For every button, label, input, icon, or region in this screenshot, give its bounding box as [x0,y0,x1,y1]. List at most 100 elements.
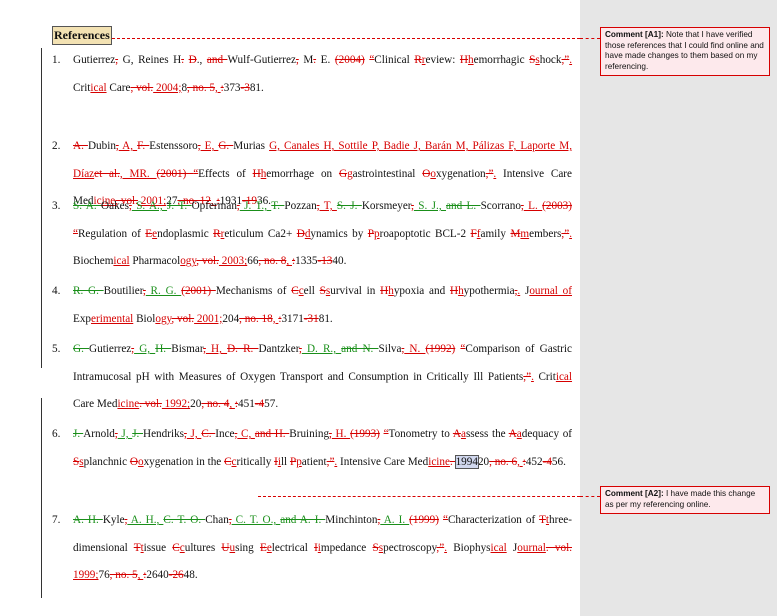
deleted-run: J. T. [167,200,192,212]
text-run: Korsmeyer [361,200,412,212]
text-run: Crit [73,81,91,94]
deleted-run: C. T. O. [163,514,206,526]
reference-number: 2. [52,140,61,152]
inserted-run: ical [555,370,573,383]
comment-margin-pane [580,0,777,616]
text-run: ssess the [465,428,509,440]
inserted-run: 2003; [218,255,248,268]
deleted-run: G. [218,140,234,152]
reference-item[interactable]: 6. J. Arnold, J, J. Hendriks, J, C. Ince,… [52,421,572,476]
inserted-run: ical [90,81,107,94]
reference-item[interactable]: 7. A. H. Kyle, A. H., C. T. O. Chan, C. T… [52,507,572,590]
deleted-run: -4 [254,398,265,411]
text-run: xygenation in the [143,455,225,468]
deleted-run: , no. 5 [109,569,138,582]
text-run: ultures [184,541,222,554]
deleted-run: H [252,167,261,180]
deleted-run: , vol. [171,312,195,325]
deleted-run: D. R. [227,343,259,355]
text-run: Opferman [191,200,237,212]
deleted-run: , no. 4 [201,398,230,411]
reference-number: 5. [52,343,61,355]
text-run: Ince [215,428,235,440]
text-run: pectroscopy [383,541,437,554]
reference-number: 7. [52,514,61,526]
references-heading[interactable]: References [52,26,112,45]
text-run: eticulum Ca2+ [224,227,297,240]
inserted-run: S. J., [413,200,447,212]
text-run: Wulf-Gutierrez [227,54,296,66]
reference-item[interactable]: 4. R. G. Boutilier, R. G. (2001) Mechanis… [52,278,572,333]
reference-text[interactable]: Gutierrez, G, Reines H. D., and Wulf-Gut… [73,47,572,102]
deleted-run: E [259,541,267,554]
text-run: ell [303,285,320,297]
deleted-run: (2003) [542,200,572,212]
deleted-run: , vol. [196,255,219,268]
comment-balloon[interactable]: Comment [A2]: I have made this change as… [600,486,770,514]
deleted-run: and A. I. [280,514,326,526]
inserted-run: S. A., [131,200,168,212]
inserted-run: D. R., [301,343,342,355]
comment-label: Comment [A1]: [605,30,664,39]
highlighted-run: 1994 [454,454,479,469]
deleted-run: S. A. [73,200,102,212]
text-run: M [298,54,314,66]
deleted-run: C [224,455,232,468]
text-run: Biophys [446,541,491,554]
deleted-run: . vol. [139,398,162,411]
deleted-run: and N. [341,343,379,355]
text-run: Regulation of [77,227,146,240]
reference-text[interactable]: A. H. Kyle, A. H., C. T. O. Chan, C. T. … [73,507,572,590]
text-run: ., [196,54,207,66]
deleted-run: (1999) [409,514,439,526]
document-page: References 1. Gutierrez, G, Reines H. D.,… [0,0,580,616]
text-run: dequacy of [521,428,573,440]
inserted-run: 1999; [73,569,99,582]
text-run: Intensive Care Med [337,455,429,468]
text-run: emorrhage on [266,167,339,180]
text-run: planchnic [83,455,130,468]
text-run: emorrhagic [473,54,530,66]
inserted-run: J, [117,428,133,440]
comment-connector [112,38,580,39]
deleted-run: , no. 5 [187,81,216,94]
inserted-run: 1992; [161,398,191,411]
deleted-run: . [449,455,456,468]
text-run: Chan [205,514,229,526]
text-run: Bruining [289,428,330,440]
deleted-run: C [172,541,180,554]
text-run: Biochem [73,255,114,268]
text-run: 20 [477,455,490,468]
deleted-run: S. J. [336,200,362,212]
inserted-run: J, [186,428,202,440]
reference-text[interactable]: G. Gutierrez, G, H. Bismar, H, D. R. Dan… [73,336,572,419]
reference-text[interactable]: S. A. Oakes, S. A., J. T. Opferman, J. T… [73,193,572,276]
text-run: Kyle [102,514,125,526]
deleted-run: D [188,54,197,66]
inserted-run: ournal of [529,285,572,297]
comment-balloon[interactable]: Comment [A1]: Note that I have verified … [600,27,770,76]
reference-item[interactable]: 5. G. Gutierrez, G, H. Bismar, H, D. R. D… [52,336,572,419]
inserted-run: H, [205,343,228,355]
deleted-run: , no. 8 [258,255,287,268]
text-run: Silva [378,343,402,355]
deleted-run: -31 [303,312,319,325]
reference-text[interactable]: R. G. Boutilier, R. G. (2001) Mechanisms… [73,278,572,333]
text-run: Tonometry to [388,428,453,440]
text-run: Gutierrez [89,343,132,355]
text-run: E. [316,54,335,66]
text-run: Dantzker [258,343,300,355]
text-run: 451 [238,398,255,411]
reference-item[interactable]: 3. S. A. Oakes, S. A., J. T. Opferman, J.… [52,193,572,276]
reference-number: 6. [52,428,61,440]
reference-text[interactable]: J. Arnold, J, J. Hendriks, J, C. Ince, C… [73,421,572,476]
text-run: 2640 [146,569,169,582]
text-run: sing [235,541,260,554]
text-run: amily [480,227,511,240]
text-run: J [520,285,530,297]
deleted-run: U [221,541,230,554]
deleted-run: ,” [523,370,532,383]
text-run: 20 [190,398,202,411]
deleted-run: , no. 6 [489,455,518,468]
reference-item[interactable]: 1. Gutierrez, G, Reines H. D., and Wulf-G… [52,47,572,102]
